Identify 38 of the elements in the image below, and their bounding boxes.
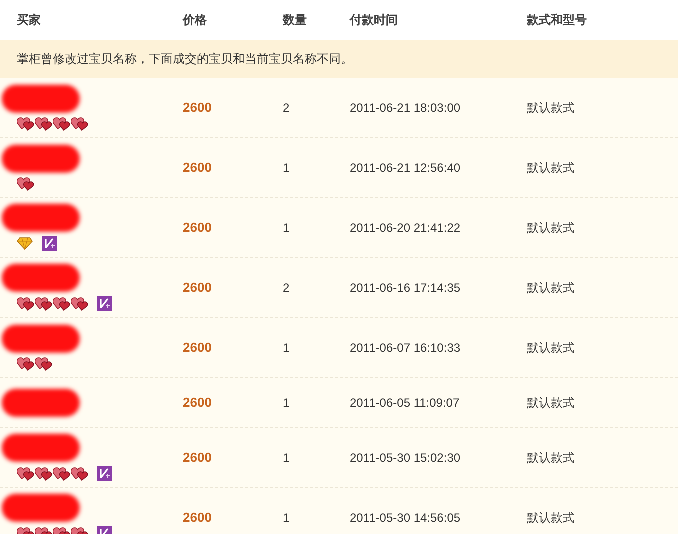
price-text: 2600	[183, 510, 212, 525]
column-header: 买家	[17, 12, 41, 29]
payment-time-text: 2011-06-07 16:10:33	[350, 340, 461, 354]
quantity-text: 1	[283, 510, 290, 524]
column-header: 价格	[183, 12, 207, 29]
column-header: 付款时间	[350, 12, 398, 29]
style-text: 默认款式	[527, 160, 575, 174]
price-text: 2600	[183, 450, 212, 465]
quantity-text: 1	[283, 396, 290, 410]
column-header: 数量	[283, 12, 307, 29]
quantity-text: 1	[283, 450, 290, 464]
price-text: 2600	[183, 100, 212, 115]
column-header: 款式和型号	[527, 12, 587, 29]
price-text: 2600	[183, 340, 212, 355]
price-text: 2600	[183, 280, 212, 295]
style-text: 默认款式	[527, 340, 575, 354]
style-text: 默认款式	[527, 396, 575, 410]
quantity-text: 1	[283, 220, 290, 234]
payment-time-text: 2011-06-21 18:03:00	[350, 100, 461, 114]
style-text: 默认款式	[527, 450, 575, 464]
style-text: 默认款式	[527, 220, 575, 234]
payment-time-text: 2011-05-30 15:02:30	[350, 450, 461, 464]
payment-time-text: 2011-06-21 12:56:40	[350, 160, 461, 174]
quantity-text: 2	[283, 100, 290, 114]
quantity-text: 2	[283, 280, 290, 294]
price-text: 2600	[183, 394, 212, 410]
price-text: 2600	[183, 220, 212, 235]
style-text: 默认款式	[527, 100, 575, 114]
payment-time-text: 2011-06-05 11:09:07	[350, 396, 460, 410]
quantity-text: 1	[283, 160, 290, 174]
payment-time-text: 2011-05-30 14:56:05	[350, 510, 461, 524]
quantity-text: 1	[283, 340, 290, 354]
style-text: 默认款式	[527, 280, 575, 294]
style-text: 默认款式	[527, 510, 575, 524]
payment-time-text: 2011-06-20 21:41:22	[350, 220, 461, 234]
payment-time-text: 2011-06-16 17:14:35	[350, 280, 461, 294]
notice-text: 掌柜曾修改过宝贝名称，下面成交的宝贝和当前宝贝名称不同。	[17, 51, 353, 68]
price-text: 2600	[183, 160, 212, 175]
